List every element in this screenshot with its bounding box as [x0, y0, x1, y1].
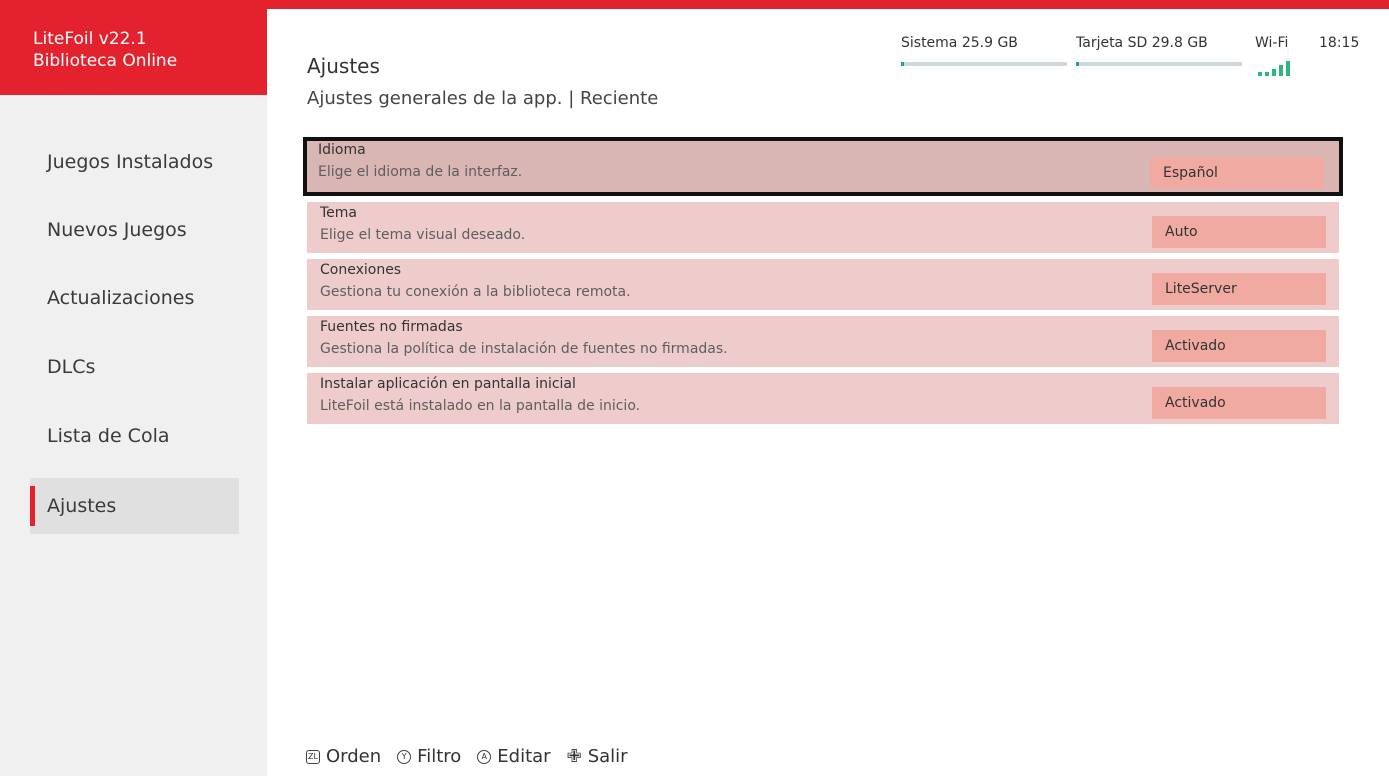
setting-title: Idioma — [318, 142, 366, 158]
hint-label: Editar — [497, 746, 551, 767]
clock: 18:15 — [1319, 35, 1360, 51]
app-name: LiteFoil v22.1 — [33, 29, 147, 49]
sidebar-item-label: Juegos Instalados — [47, 151, 214, 173]
setting-title: Instalar aplicación en pantalla inicial — [320, 376, 576, 392]
app-section: Biblioteca Online — [33, 51, 178, 71]
sidebar: LiteFoil v22.1 Biblioteca Online Juegos … — [0, 0, 267, 776]
setting-description: Elige el idioma de la interfaz. — [318, 164, 523, 180]
app-brand: LiteFoil v22.1 Biblioteca Online — [0, 0, 267, 95]
hint-editar[interactable]: A Editar — [477, 746, 551, 767]
sidebar-item-label: DLCs — [47, 356, 96, 378]
hint-label: Filtro — [417, 746, 462, 767]
a-button-icon: A — [477, 749, 492, 764]
setting-value[interactable]: Activado — [1152, 387, 1326, 419]
setting-value[interactable]: Español — [1150, 157, 1324, 189]
sidebar-item-dlcs[interactable]: DLCs — [30, 339, 239, 395]
setting-row-tema[interactable]: Tema Elige el tema visual deseado. Auto — [307, 202, 1339, 253]
sidebar-item-nuevos-juegos[interactable]: Nuevos Juegos — [30, 202, 239, 258]
setting-description: Gestiona la política de instalación de f… — [320, 341, 728, 357]
system-storage-fill — [901, 62, 905, 66]
wifi-label: Wi-Fi — [1255, 35, 1289, 51]
sidebar-item-juegos-instalados[interactable]: Juegos Instalados — [30, 134, 239, 190]
hint-label: Salir — [587, 746, 628, 767]
page-subtitle: Ajustes generales de la app. | Reciente — [307, 88, 659, 109]
hint-orden[interactable]: ZL Orden — [306, 746, 381, 767]
setting-title: Tema — [320, 205, 358, 221]
y-button-icon: Y — [397, 749, 412, 764]
sd-storage-meter — [1076, 62, 1242, 66]
setting-value[interactable]: LiteServer — [1152, 273, 1326, 305]
sd-storage-label: Tarjeta SD 29.8 GB — [1076, 35, 1208, 51]
hint-salir[interactable]: ✙ Salir — [567, 746, 628, 767]
system-storage-label: Sistema 25.9 GB — [901, 35, 1018, 51]
sidebar-item-label: Lista de Cola — [47, 425, 170, 447]
plus-button-icon: ✙ — [566, 746, 582, 767]
sidebar-item-label: Nuevos Juegos — [47, 219, 187, 241]
setting-value[interactable]: Activado — [1152, 330, 1326, 362]
sidebar-item-label: Actualizaciones — [47, 287, 195, 309]
sidebar-item-label: Ajustes — [47, 495, 117, 517]
setting-description: Gestiona tu conexión a la biblioteca rem… — [320, 284, 631, 300]
page-title: Ajustes — [307, 54, 380, 78]
sidebar-item-ajustes[interactable]: Ajustes — [30, 478, 239, 534]
setting-row-conexiones[interactable]: Conexiones Gestiona tu conexión a la bib… — [307, 259, 1339, 310]
setting-description: Elige el tema visual deseado. — [320, 227, 526, 243]
main-panel: Ajustes Ajustes generales de la app. | R… — [267, 0, 1389, 776]
button-hints: ZL Orden Y Filtro A Editar ✙ Salir — [306, 746, 644, 767]
setting-description: LiteFoil está instalado en la pantalla d… — [320, 398, 641, 414]
setting-row-fuentes-no-firmadas[interactable]: Fuentes no firmadas Gestiona la política… — [307, 316, 1339, 367]
setting-row-instalar-aplicacion[interactable]: Instalar aplicación en pantalla inicial … — [307, 373, 1339, 424]
active-indicator — [30, 486, 35, 526]
system-storage-meter — [901, 62, 1067, 66]
sidebar-item-actualizaciones[interactable]: Actualizaciones — [30, 270, 239, 326]
setting-value[interactable]: Auto — [1152, 216, 1326, 248]
hint-filtro[interactable]: Y Filtro — [397, 746, 461, 767]
setting-title: Fuentes no firmadas — [320, 319, 463, 335]
wifi-signal-icon — [1258, 60, 1298, 76]
setting-row-idioma[interactable]: Idioma Elige el idioma de la interfaz. E… — [303, 137, 1343, 196]
sd-storage-fill — [1076, 62, 1080, 66]
sidebar-item-lista-de-cola[interactable]: Lista de Cola — [30, 408, 239, 464]
zl-button-icon: ZL — [306, 749, 320, 764]
hint-label: Orden — [326, 746, 382, 767]
setting-title: Conexiones — [320, 262, 402, 278]
